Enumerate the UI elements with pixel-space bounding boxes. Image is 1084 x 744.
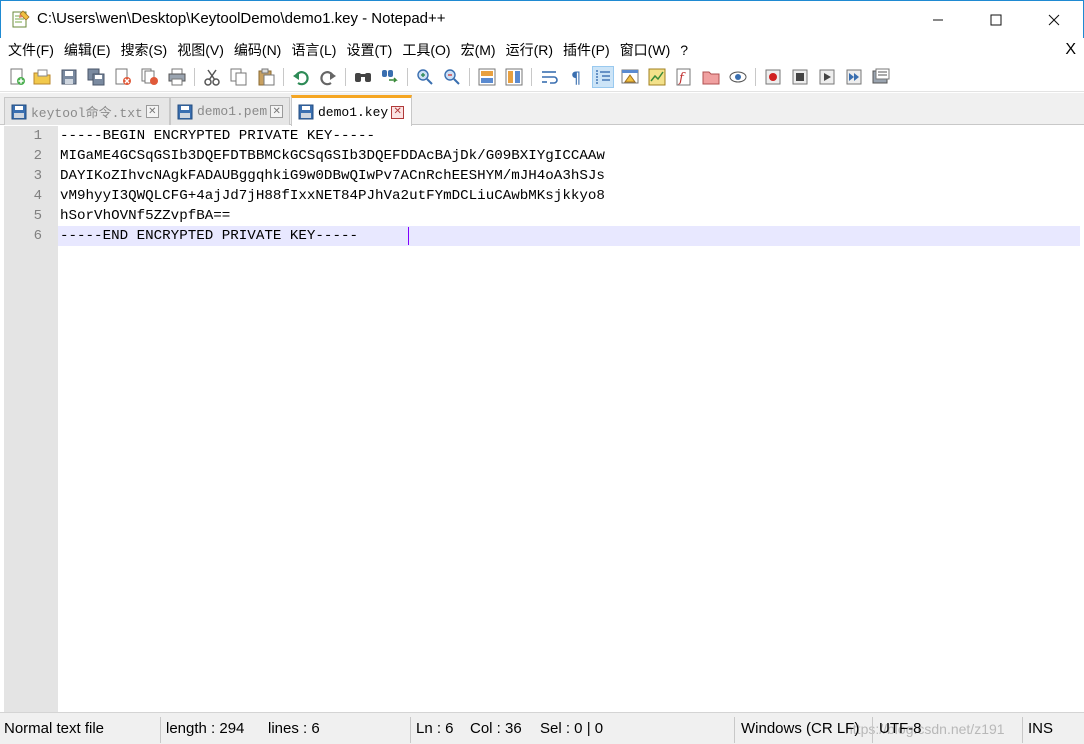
save-macro-icon[interactable] xyxy=(870,66,892,88)
minimize-icon xyxy=(933,19,943,21)
close-icon xyxy=(1048,14,1060,26)
function-list-icon[interactable]: f xyxy=(673,66,695,88)
close-all-icon[interactable] xyxy=(139,66,161,88)
menu-plugins[interactable]: 插件(P) xyxy=(559,38,614,62)
find-icon[interactable] xyxy=(352,66,374,88)
new-file-icon[interactable] xyxy=(6,66,28,88)
code-line[interactable]: hSorVhOVNf5ZZvpfBA== xyxy=(60,206,230,226)
status-length: length : 294 xyxy=(166,720,245,737)
stop-macro-icon[interactable] xyxy=(789,66,811,88)
save-all-icon[interactable] xyxy=(85,66,107,88)
sync-horizontal-icon[interactable] xyxy=(503,66,525,88)
redo-icon[interactable] xyxy=(317,66,339,88)
show-all-chars-icon[interactable]: ¶ xyxy=(565,66,587,88)
menu-encoding[interactable]: 编码(N) xyxy=(230,38,285,62)
code-line[interactable]: MIGaME4GCSqGSIb3DQEFDTBBMCkGCSqGSIb3DQEF… xyxy=(60,146,605,166)
tab-keytool-txt[interactable]: keytool命令.txt ✕ xyxy=(4,97,170,125)
line-number: 4 xyxy=(33,188,42,204)
toolbar: ¶ f xyxy=(0,62,1084,92)
status-insert-mode[interactable]: INS xyxy=(1028,713,1053,744)
replace-icon[interactable] xyxy=(379,66,401,88)
line-number: 6 xyxy=(33,228,42,244)
menu-language[interactable]: 语言(L) xyxy=(287,38,340,62)
print-icon[interactable] xyxy=(166,66,188,88)
title-bar[interactable]: C:\Users\wen\Desktop\KeytoolDemo\demo1.k… xyxy=(0,0,1084,38)
status-eol[interactable]: Windows (CR LF) xyxy=(741,713,859,744)
tab-label: demo1.key xyxy=(318,104,389,120)
status-encoding[interactable]: UTF-8 xyxy=(879,713,922,744)
undo-icon[interactable] xyxy=(290,66,312,88)
run-macro-multiple-icon[interactable] xyxy=(843,66,865,88)
line-number: 5 xyxy=(33,208,42,224)
close-window-button[interactable] xyxy=(1025,1,1083,39)
close-document-button[interactable]: X xyxy=(1065,38,1076,62)
code-line[interactable]: -----END ENCRYPTED PRIVATE KEY----- xyxy=(60,226,358,246)
user-lang-icon[interactable] xyxy=(619,66,641,88)
svg-text:¶: ¶ xyxy=(571,68,581,86)
status-lines: lines : 6 xyxy=(268,720,320,737)
status-line-number: Ln : 6 xyxy=(416,720,454,737)
minimize-button[interactable] xyxy=(909,1,967,39)
editor-area[interactable]: 1 2 3 4 5 6 -----BEGIN ENCRYPTED PRIVATE… xyxy=(0,126,1084,712)
menu-help[interactable]: ? xyxy=(676,38,692,62)
window-title: C:\Users\wen\Desktop\KeytoolDemo\demo1.k… xyxy=(37,10,446,27)
monitoring-icon[interactable] xyxy=(727,66,749,88)
tab-label: demo1.pem xyxy=(197,104,268,119)
line-number-gutter: 1 2 3 4 5 6 xyxy=(4,126,58,712)
paste-icon[interactable] xyxy=(255,66,277,88)
doc-map-icon[interactable] xyxy=(646,66,668,88)
code-line[interactable]: vM9hyyI3QWQLCFG+4ajJd7jH88fIxxNET84PJhVa… xyxy=(60,186,605,206)
menu-view[interactable]: 视图(V) xyxy=(173,38,228,62)
status-column: Col : 36 xyxy=(470,720,522,737)
status-file-type: Normal text file xyxy=(4,720,105,737)
zoom-out-icon[interactable] xyxy=(441,66,463,88)
tab-demo1-pem[interactable]: demo1.pem ✕ xyxy=(170,97,290,125)
open-file-icon[interactable] xyxy=(31,66,53,88)
menu-tools[interactable]: 工具(O) xyxy=(398,38,454,62)
menu-run[interactable]: 运行(R) xyxy=(502,38,557,62)
saved-disk-icon xyxy=(298,104,314,120)
close-file-icon[interactable] xyxy=(112,66,134,88)
save-icon[interactable] xyxy=(58,66,80,88)
word-wrap-icon[interactable] xyxy=(538,66,560,88)
cut-icon[interactable] xyxy=(201,66,223,88)
indent-guide-icon[interactable] xyxy=(592,66,614,88)
line-number: 2 xyxy=(33,148,42,164)
play-macro-icon[interactable] xyxy=(816,66,838,88)
code-line[interactable]: -----BEGIN ENCRYPTED PRIVATE KEY----- xyxy=(60,126,375,146)
maximize-icon xyxy=(990,14,1002,26)
menu-window[interactable]: 窗口(W) xyxy=(616,38,675,62)
tab-close-icon[interactable]: ✕ xyxy=(270,105,284,118)
zoom-in-icon[interactable] xyxy=(414,66,436,88)
text-caret xyxy=(408,227,409,245)
line-number: 3 xyxy=(33,168,42,184)
watermark: https://blog.csdn.net/z191 xyxy=(845,721,1005,737)
tab-close-icon[interactable]: ✕ xyxy=(145,105,159,118)
notepad-plus-plus-icon xyxy=(12,10,30,28)
menu-settings[interactable]: 设置(T) xyxy=(342,38,396,62)
menu-edit[interactable]: 编辑(E) xyxy=(60,38,115,62)
copy-icon[interactable] xyxy=(228,66,250,88)
status-bar: Normal text file length : 294 lines : 6 … xyxy=(0,712,1084,744)
saved-disk-icon xyxy=(11,104,27,119)
menu-bar: 文件(F) 编辑(E) 搜索(S) 视图(V) 编码(N) 语言(L) 设置(T… xyxy=(0,38,1084,62)
folder-workspace-icon[interactable] xyxy=(700,66,722,88)
sync-vertical-icon[interactable] xyxy=(476,66,498,88)
code-line[interactable]: DAYIKoZIhvcNAgkFADAUBggqhkiG9w0DBwQIwPv7… xyxy=(60,166,605,186)
tab-close-icon[interactable]: ✕ xyxy=(391,105,405,119)
menu-search[interactable]: 搜索(S) xyxy=(117,38,172,62)
record-macro-icon[interactable] xyxy=(762,66,784,88)
tab-label: keytool命令.txt xyxy=(31,106,143,121)
maximize-button[interactable] xyxy=(967,1,1025,39)
menu-file[interactable]: 文件(F) xyxy=(4,38,58,62)
saved-disk-icon xyxy=(177,104,193,119)
tab-demo1-key[interactable]: demo1.key ✕ xyxy=(291,95,412,126)
status-selection: Sel : 0 | 0 xyxy=(540,720,604,737)
menu-macro[interactable]: 宏(M) xyxy=(457,38,500,62)
line-number: 1 xyxy=(33,128,42,144)
tab-bar: keytool命令.txt ✕ demo1.pem ✕ demo1.key ✕ xyxy=(0,93,1084,126)
